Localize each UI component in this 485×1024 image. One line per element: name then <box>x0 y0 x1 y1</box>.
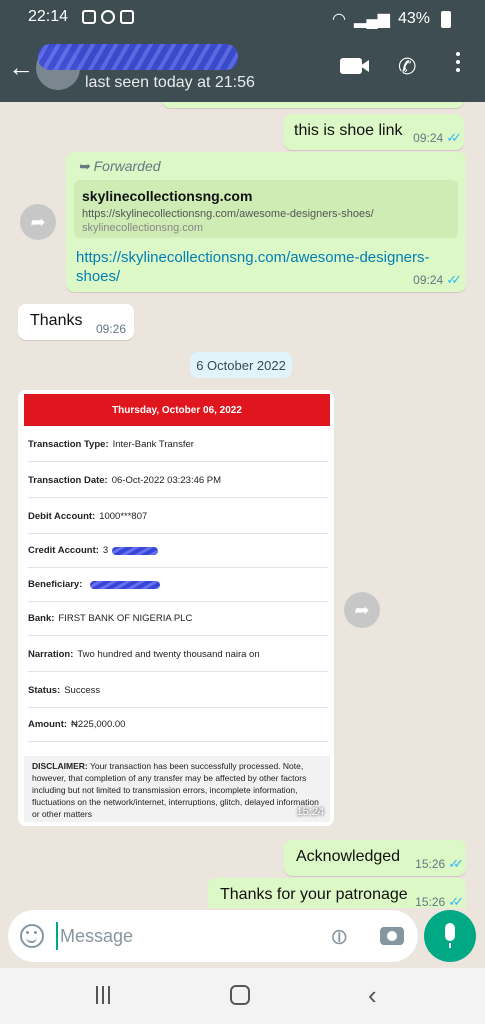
camera-icon[interactable] <box>380 927 404 945</box>
message-meta: 09:24 ✓✓ <box>413 272 462 288</box>
last-seen-status: last seen today at 21:56 <box>85 74 255 91</box>
receipt-row: Amount: ₦225,000.00 <box>28 708 328 742</box>
status-time: 22:14 <box>28 8 69 25</box>
status-bar: 22:14 ◠ ▂▄▆ 43% <box>0 0 485 36</box>
message-time: 15:24 <box>296 806 324 818</box>
back-arrow-icon[interactable]: ← <box>8 54 34 80</box>
whatsapp-notification-icon <box>101 10 115 24</box>
message-text: Acknowledged <box>296 848 401 865</box>
link-preview-domain: skylinecollectionsng.com <box>82 222 204 234</box>
redaction-scribble <box>90 580 161 589</box>
message-time: 15:26 <box>415 895 446 908</box>
link-preview-title: skylinecollectionsng.com <box>82 188 253 204</box>
message-text: Thanks <box>30 312 83 329</box>
voice-record-button[interactable] <box>424 910 476 962</box>
link-preview-url: https://skylinecollectionsng.com/awesome… <box>82 208 374 220</box>
battery-percent: 43% <box>397 10 430 27</box>
message-bubble-forwarded[interactable]: ➥ Forwarded skylinecollectionsng.com htt… <box>66 152 466 292</box>
message-link[interactable]: https://skylinecollectionsng.com/awesome… <box>76 248 448 286</box>
chat-messages[interactable]: this is shoe link 09:24 ✓✓ ➦ ➥ Forwarded… <box>0 102 485 908</box>
mic-icon <box>445 923 455 948</box>
receipt-disclaimer: DISCLAIMER: Your transaction has been su… <box>24 756 330 822</box>
read-ticks-icon: ✓✓ <box>448 894 464 908</box>
contact-name-redacted[interactable] <box>38 44 238 70</box>
message-bubble-outgoing[interactable]: Acknowledged 15:26 ✓✓ <box>284 840 466 876</box>
message-time: 15:26 <box>415 857 446 871</box>
receipt-header-date: Thursday, October 06, 2022 <box>24 394 330 426</box>
read-ticks-icon: ✓✓ <box>448 856 464 871</box>
forward-icon: ➥ <box>78 158 90 174</box>
message-time: 09:24 <box>413 131 444 145</box>
receipt-row: Credit Account: 3 <box>28 534 328 568</box>
video-call-icon[interactable] <box>340 58 369 74</box>
receipt-row: Status: Success <box>28 674 328 708</box>
read-ticks-icon: ✓✓ <box>446 130 462 145</box>
gallery-notification-icon <box>82 10 96 24</box>
date-divider: 6 October 2022 <box>190 352 292 378</box>
receipt-row: Bank: FIRST BANK OF NIGERIA PLC <box>28 602 328 636</box>
message-time: 09:26 <box>95 322 126 336</box>
message-composer: ⊘ <box>0 908 485 968</box>
receipt-row: Beneficiary: <box>28 568 328 602</box>
receipt-row: Transaction Type: Inter-Bank Transfer <box>28 428 328 462</box>
message-text: this is shoe link <box>294 122 403 139</box>
receipt-row: Narration: Two hundred and twenty thousan… <box>28 638 328 672</box>
wifi-icon: ◠ <box>332 11 347 28</box>
chat-header: ← last seen today at 21:56 ✆ <box>0 36 485 102</box>
receipt-image[interactable]: Thursday, October 06, 2022 Transaction T… <box>18 390 334 826</box>
signal-icon: ▂▄▆ <box>354 11 390 28</box>
battery-icon <box>441 10 451 28</box>
message-bubble-outgoing[interactable]: Thanks for your patronage 15:26 ✓✓ <box>208 878 466 908</box>
read-ticks-icon: ✓✓ <box>446 272 462 287</box>
share-icon[interactable]: ➦ <box>344 592 380 628</box>
recents-icon[interactable] <box>96 986 110 1004</box>
notification-icons <box>82 10 134 24</box>
home-icon[interactable] <box>230 985 250 1005</box>
nav-back-icon[interactable]: ‹ <box>368 980 377 1011</box>
receipt-row: Debit Account: 1000***807 <box>28 500 328 534</box>
message-meta: 09:24 ✓✓ <box>413 130 462 146</box>
link-preview[interactable]: skylinecollectionsng.com https://skyline… <box>74 180 458 238</box>
message-text: Thanks for your patronage <box>220 886 408 903</box>
message-bubble-outgoing[interactable]: this is shoe link 09:24 ✓✓ <box>284 114 464 150</box>
phone-icon[interactable]: ✆ <box>398 54 416 80</box>
app-notification-icon <box>120 10 134 24</box>
message-meta: 15:26 ✓✓ <box>415 856 464 872</box>
redaction-scribble <box>112 546 159 555</box>
message-input-box: ⊘ <box>8 910 418 962</box>
emoji-icon[interactable] <box>20 924 44 948</box>
message-bubble-partial <box>162 102 464 108</box>
system-nav-bar: ‹ <box>0 968 485 1024</box>
message-input[interactable] <box>56 922 316 950</box>
attach-icon[interactable]: ⊘ <box>324 921 355 952</box>
menu-dots-icon[interactable] <box>452 52 464 72</box>
share-icon[interactable]: ➦ <box>20 204 56 240</box>
forwarded-label: ➥ Forwarded <box>78 158 161 174</box>
message-meta: 15:26 ✓✓ <box>415 894 464 908</box>
message-time: 09:24 <box>413 273 444 287</box>
receipt-row: Transaction Date: 06-Oct-2022 03:23:46 PM <box>28 464 328 498</box>
message-bubble-incoming[interactable]: Thanks 09:26 <box>18 304 134 340</box>
system-status: ◠ ▂▄▆ 43% <box>332 9 451 29</box>
